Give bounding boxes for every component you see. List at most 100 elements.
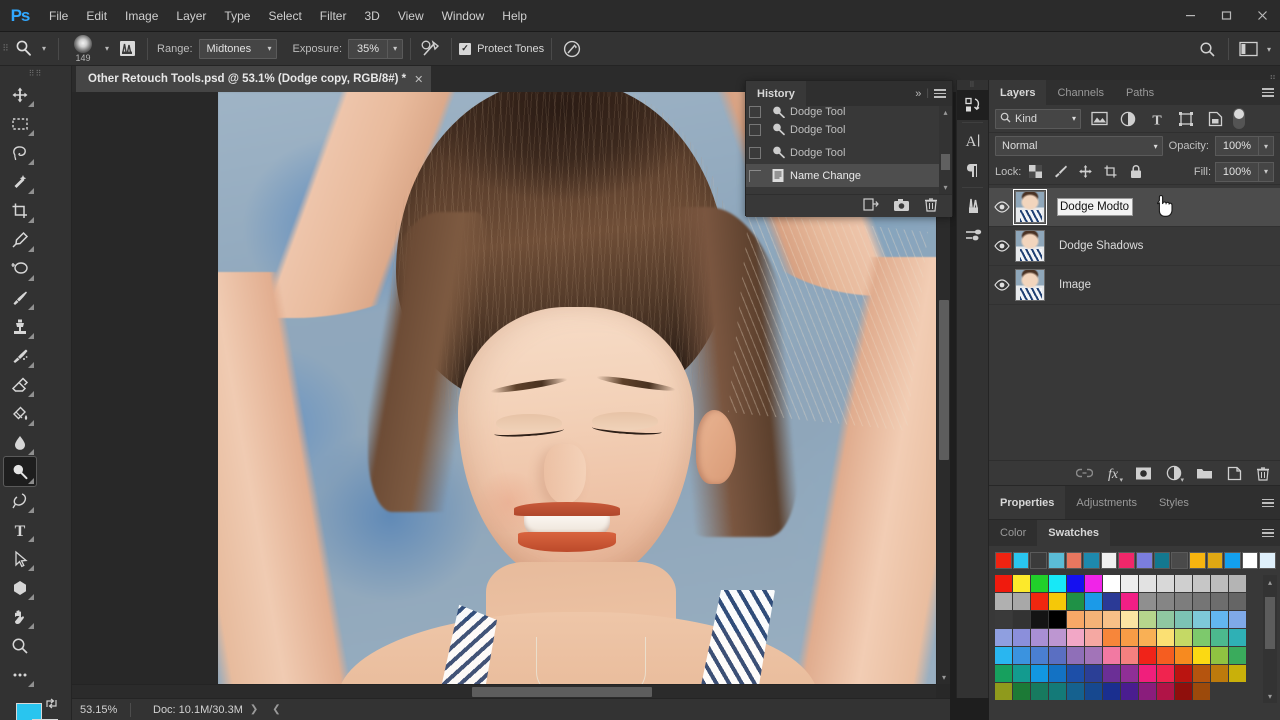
recent-swatch[interactable]: [1065, 552, 1083, 569]
color-swatch[interactable]: [1175, 611, 1192, 628]
rectangular-marquee-tool[interactable]: [4, 109, 36, 138]
recent-swatch[interactable]: [1224, 552, 1241, 569]
pen-tool[interactable]: [4, 486, 36, 515]
color-swatch[interactable]: [1175, 593, 1192, 610]
dock-grip[interactable]: ⠿: [957, 80, 988, 90]
path-selection-tool[interactable]: [4, 544, 36, 573]
color-swatch[interactable]: [1013, 593, 1030, 610]
recent-swatch[interactable]: [1012, 552, 1030, 569]
color-swatch[interactable]: [1031, 611, 1048, 628]
color-swatch[interactable]: [1067, 611, 1084, 628]
color-swatch[interactable]: [1013, 683, 1030, 700]
history-actions-icon[interactable]: [957, 90, 990, 120]
recent-swatch[interactable]: [1259, 552, 1276, 569]
delete-layer-icon[interactable]: [1256, 466, 1270, 481]
layer-thumbnail[interactable]: [1013, 189, 1047, 225]
color-swatch[interactable]: [1013, 611, 1030, 628]
color-swatch[interactable]: [1121, 629, 1138, 646]
scroll-up-icon[interactable]: ▴: [1263, 575, 1277, 589]
layer-row[interactable]: Dodge Shadows: [989, 227, 1280, 266]
menu-layer[interactable]: Layer: [167, 0, 215, 32]
chevron-down-icon[interactable]: ▾: [1258, 162, 1273, 181]
history-row[interactable]: Dodge Tool: [746, 141, 952, 164]
layer-thumbnail[interactable]: [1015, 269, 1045, 301]
dodge-tool-icon[interactable]: [11, 36, 37, 62]
menu-help[interactable]: Help: [493, 0, 536, 32]
color-swatch[interactable]: [1229, 611, 1246, 628]
panel-menu-icon[interactable]: [934, 89, 946, 98]
color-swatch[interactable]: [1139, 629, 1156, 646]
color-swatch[interactable]: [1157, 611, 1174, 628]
fill-field[interactable]: 100% ▾: [1215, 161, 1274, 182]
color-swatch[interactable]: [1013, 575, 1030, 592]
search-icon[interactable]: [1195, 37, 1221, 61]
vertical-scroll-thumb[interactable]: [939, 300, 949, 460]
color-swatch[interactable]: [1193, 611, 1210, 628]
color-swatch[interactable]: [1103, 683, 1120, 700]
color-swatch[interactable]: [1175, 647, 1192, 664]
tool-preset-chevron-icon[interactable]: ▾: [37, 44, 51, 53]
layer-visibility-toggle[interactable]: [989, 279, 1015, 291]
layer-list[interactable]: Dodge Modto Dodge Shadows Image: [989, 188, 1280, 460]
brushes-panel-icon[interactable]: [957, 190, 990, 220]
menu-view[interactable]: View: [389, 0, 433, 32]
recent-swatch[interactable]: [1030, 552, 1047, 569]
horizontal-scroll-thumb[interactable]: [472, 687, 652, 697]
menu-image[interactable]: Image: [116, 0, 167, 32]
menu-type[interactable]: Type: [215, 0, 259, 32]
create-document-from-state-icon[interactable]: [863, 197, 879, 215]
workspace-chevron-down-icon[interactable]: ▾: [1262, 45, 1276, 54]
add-layer-mask-icon[interactable]: [1135, 466, 1152, 481]
color-swatch[interactable]: [1103, 593, 1120, 610]
color-swatch[interactable]: [995, 665, 1012, 682]
color-swatch[interactable]: [1121, 575, 1138, 592]
spot-healing-brush-tool[interactable]: [4, 254, 36, 283]
color-swatch[interactable]: [995, 647, 1012, 664]
history-state-list[interactable]: Dodge Tool Dodge Tool Dodge Tool Name Ch…: [746, 106, 952, 194]
color-swatch[interactable]: [1103, 611, 1120, 628]
layer-visibility-toggle[interactable]: [989, 201, 1015, 213]
color-swatch[interactable]: [1139, 575, 1156, 592]
smart-object-filter-icon[interactable]: [1204, 108, 1226, 130]
close-button[interactable]: [1244, 0, 1280, 30]
color-swatch[interactable]: [1193, 575, 1210, 592]
scroll-up-icon[interactable]: ▴: [939, 106, 952, 119]
color-swatch[interactable]: [1193, 665, 1210, 682]
maximize-button[interactable]: [1208, 0, 1244, 30]
eraser-tool[interactable]: [4, 370, 36, 399]
menu-3d[interactable]: 3D: [355, 0, 388, 32]
color-swatch[interactable]: [1049, 629, 1066, 646]
recent-swatch[interactable]: [1100, 552, 1118, 569]
menu-window[interactable]: Window: [433, 0, 494, 32]
color-swatch[interactable]: [1157, 575, 1174, 592]
history-source-checkbox[interactable]: [749, 146, 761, 159]
menu-filter[interactable]: Filter: [311, 0, 356, 32]
delete-state-icon[interactable]: [924, 197, 938, 215]
color-swatch[interactable]: [995, 593, 1012, 610]
clone-stamp-tool[interactable]: [4, 312, 36, 341]
lasso-tool[interactable]: [4, 138, 36, 167]
color-swatch[interactable]: [1157, 683, 1174, 700]
toolbar-grip[interactable]: ⠿⠿: [0, 66, 71, 80]
layer-row[interactable]: Image: [989, 266, 1280, 305]
history-row-selected[interactable]: Name Change: [746, 164, 952, 187]
color-swatch[interactable]: [1067, 629, 1084, 646]
color-swatch[interactable]: [1067, 665, 1084, 682]
tab-layers[interactable]: Layers: [989, 80, 1047, 105]
adjustment-layer-filter-icon[interactable]: [1117, 108, 1139, 130]
add-layer-style-icon[interactable]: fx ▾: [1107, 465, 1123, 484]
color-swatch[interactable]: [1031, 665, 1048, 682]
color-swatch[interactable]: [1121, 611, 1138, 628]
color-swatch[interactable]: [1049, 593, 1066, 610]
tab-color[interactable]: Color: [989, 520, 1038, 546]
swap-colors-icon[interactable]: [45, 697, 58, 713]
type-tool[interactable]: T: [4, 515, 36, 544]
object-selection-tool[interactable]: [4, 167, 36, 196]
color-swatch[interactable]: [1085, 611, 1102, 628]
collapse-double-arrow-icon[interactable]: »: [915, 88, 921, 100]
color-swatch[interactable]: [1103, 575, 1120, 592]
shape-tool[interactable]: [4, 573, 36, 602]
tab-swatches[interactable]: Swatches: [1037, 520, 1111, 546]
eyedropper-tool[interactable]: [4, 225, 36, 254]
tablet-pressure-icon[interactable]: [559, 36, 585, 62]
